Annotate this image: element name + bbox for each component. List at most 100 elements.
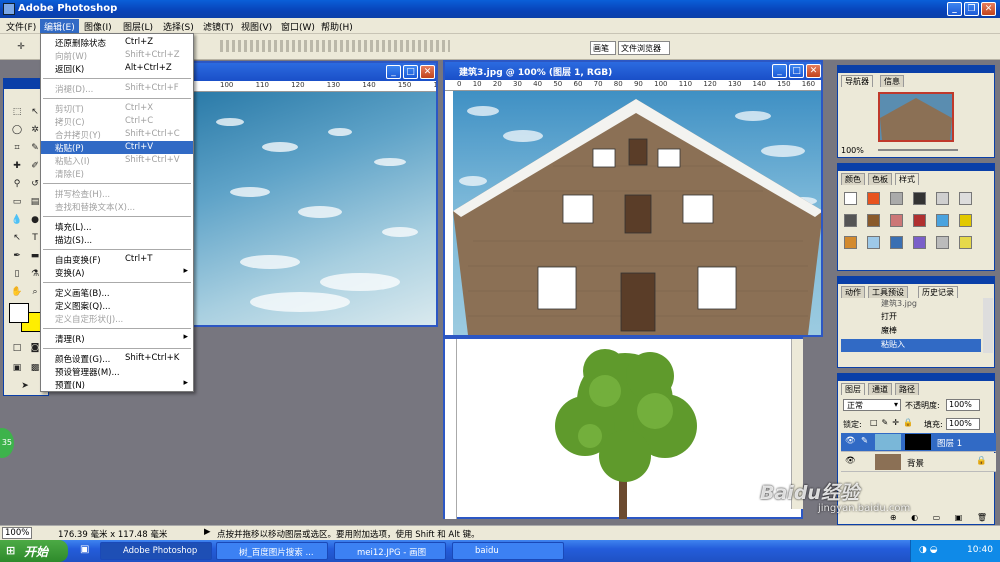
move-tool-icon[interactable]: ✛ bbox=[14, 40, 28, 54]
tab-channels[interactable]: 通道 bbox=[868, 383, 892, 395]
path-selection-tool-icon[interactable]: ↖ bbox=[10, 231, 24, 245]
style-swatch[interactable] bbox=[959, 236, 972, 249]
taskbar-item-photoshop[interactable]: Adobe Photoshop bbox=[100, 542, 212, 560]
building-close-button[interactable]: ✕ bbox=[806, 64, 821, 78]
menu-help[interactable]: 帮助(H) bbox=[317, 19, 357, 33]
edit-menu-item[interactable]: 定义画笔(B)... bbox=[41, 286, 193, 299]
tab-paths[interactable]: 路径 bbox=[895, 383, 919, 395]
menu-select[interactable]: 选择(S) bbox=[159, 19, 198, 33]
building-document-titlebar[interactable]: 建筑3.jpg @ 100% (图层 1, RGB) bbox=[445, 62, 821, 80]
tab-layers[interactable]: 图层 bbox=[841, 383, 865, 395]
standard-mode-icon[interactable]: □ bbox=[10, 341, 24, 355]
taskbar-item-folder[interactable]: baidu bbox=[452, 542, 564, 560]
style-swatch[interactable] bbox=[867, 192, 880, 205]
taskbar-item-paint[interactable]: mei12.JPG - 画图 bbox=[334, 542, 446, 560]
eraser-tool-icon[interactable]: ▭ bbox=[10, 195, 24, 209]
opacity-input[interactable]: 100% bbox=[946, 399, 980, 411]
edit-menu-item[interactable]: 自由变换(F) Ctrl+T bbox=[41, 253, 193, 266]
tab-color[interactable]: 颜色 bbox=[841, 173, 865, 185]
building-minimize-button[interactable]: _ bbox=[772, 64, 787, 78]
building-maximize-button[interactable]: □ bbox=[789, 64, 804, 78]
menu-image[interactable]: 图像(I) bbox=[80, 19, 116, 33]
style-swatch[interactable] bbox=[936, 236, 949, 249]
crop-tool-icon[interactable]: ⌗ bbox=[10, 141, 24, 155]
edit-menu-item[interactable]: 颜色设置(G)... Shift+Ctrl+K bbox=[41, 352, 193, 365]
start-button[interactable]: ⊞ 开始 bbox=[0, 540, 68, 562]
screen-mode-icon[interactable]: ▣ bbox=[10, 361, 24, 375]
navigator-thumbnail[interactable] bbox=[878, 92, 954, 142]
style-swatch[interactable] bbox=[867, 236, 880, 249]
style-swatch[interactable] bbox=[867, 214, 880, 227]
menu-layer[interactable]: 图层(L) bbox=[119, 19, 157, 33]
foreground-color-swatch[interactable] bbox=[9, 303, 29, 323]
restore-button[interactable]: ❐ bbox=[964, 2, 979, 16]
menu-file[interactable]: 文件(F) bbox=[2, 19, 40, 33]
history-item[interactable]: 魔棒 bbox=[841, 325, 981, 338]
clone-stamp-tool-icon[interactable]: ⚲ bbox=[10, 177, 24, 191]
navigator-panel-header[interactable] bbox=[838, 66, 994, 73]
style-swatch[interactable] bbox=[890, 214, 903, 227]
jump-to-imageready-icon[interactable]: ➤ bbox=[18, 379, 32, 393]
eye-icon[interactable]: 👁 bbox=[845, 456, 856, 466]
edit-menu-item[interactable]: 清理(R) bbox=[41, 332, 193, 345]
lasso-tool-icon[interactable]: ◯ bbox=[10, 123, 24, 137]
sky-document-window[interactable]: _ □ ✕ 100 110 120 130 140 150 160 bbox=[188, 61, 438, 327]
notes-tool-icon[interactable]: ▯ bbox=[10, 267, 24, 281]
style-swatch[interactable] bbox=[959, 192, 972, 205]
menu-edit[interactable]: 编辑(E) bbox=[40, 19, 79, 33]
layer-row[interactable]: 👁 背景 🔒 bbox=[841, 453, 996, 472]
history-item[interactable]: 打开 bbox=[841, 311, 981, 324]
fill-input[interactable]: 100% bbox=[946, 418, 980, 430]
tab-actions[interactable]: 动作 bbox=[841, 286, 865, 298]
tab-navigator[interactable]: 导航器 bbox=[841, 75, 873, 87]
edit-menu-item[interactable]: 描边(S)... bbox=[41, 233, 193, 246]
history-item-selected[interactable]: 粘贴入 bbox=[841, 339, 981, 352]
edit-menu-item[interactable]: 预设管理器(M)... bbox=[41, 365, 193, 378]
history-panel-header[interactable] bbox=[838, 277, 994, 284]
tray-icons[interactable]: ◑ ◒ bbox=[919, 545, 938, 555]
style-swatch[interactable] bbox=[936, 214, 949, 227]
lock-icons[interactable]: □✎✛🔒 bbox=[870, 418, 917, 427]
tab-file-browser[interactable]: 文件浏览器 bbox=[618, 41, 670, 55]
taskbar-item-browser[interactable]: 树_百度图片搜索 ... bbox=[216, 542, 328, 560]
menu-filter[interactable]: 滤镜(T) bbox=[199, 19, 238, 33]
minimize-button[interactable]: _ bbox=[947, 2, 962, 16]
tab-history[interactable]: 历史记录 bbox=[918, 286, 958, 298]
show-desktop-icon[interactable]: ▣ bbox=[80, 544, 89, 555]
brush-link-icon[interactable]: ✎ bbox=[861, 436, 868, 446]
style-swatch[interactable] bbox=[936, 192, 949, 205]
close-button[interactable]: ✕ bbox=[981, 2, 996, 16]
edit-menu-item[interactable]: 变换(A) bbox=[41, 266, 193, 279]
healing-brush-tool-icon[interactable]: ✚ bbox=[10, 159, 24, 173]
style-swatch[interactable] bbox=[913, 214, 926, 227]
sky-close-button[interactable]: ✕ bbox=[420, 65, 435, 79]
sky-maximize-button[interactable]: □ bbox=[403, 65, 418, 79]
tab-swatches[interactable]: 色板 bbox=[868, 173, 892, 185]
tab-brushes[interactable]: 画笔 bbox=[590, 41, 616, 55]
history-snapshot[interactable]: 建筑3.jpg bbox=[841, 298, 981, 310]
history-scrollbar[interactable] bbox=[983, 298, 993, 353]
tab-tool-presets[interactable]: 工具预设 bbox=[868, 286, 908, 298]
edit-menu-item[interactable]: 定义图案(Q)... bbox=[41, 299, 193, 312]
style-swatch[interactable] bbox=[913, 236, 926, 249]
layers-panel-header[interactable] bbox=[838, 374, 994, 381]
align-buttons[interactable] bbox=[220, 40, 450, 52]
menu-window[interactable]: 窗口(W) bbox=[277, 19, 319, 33]
building-document-window[interactable]: 建筑3.jpg @ 100% (图层 1, RGB) _ □ ✕ 0 10 20… bbox=[443, 60, 823, 337]
styles-panel-header[interactable] bbox=[838, 164, 994, 171]
edit-menu-item[interactable]: 粘贴(P) Ctrl+V bbox=[41, 141, 193, 154]
marquee-tool-icon[interactable]: ⬚ bbox=[10, 105, 24, 119]
eye-icon[interactable]: 👁 bbox=[845, 436, 856, 446]
style-swatch[interactable] bbox=[913, 192, 926, 205]
navigator-zoom-slider[interactable] bbox=[878, 149, 958, 151]
edit-menu-item[interactable]: 预置(N) bbox=[41, 378, 193, 391]
sky-minimize-button[interactable]: _ bbox=[386, 65, 401, 79]
edit-menu-item[interactable]: 还原删除状态 Ctrl+Z bbox=[41, 36, 193, 49]
zoom-input[interactable]: 100% bbox=[2, 527, 32, 539]
blur-tool-icon[interactable]: 💧 bbox=[10, 213, 24, 227]
pen-tool-icon[interactable]: ✒ bbox=[10, 249, 24, 263]
menu-view[interactable]: 视图(V) bbox=[237, 19, 276, 33]
blend-mode-select[interactable]: 正常 ▾ bbox=[843, 399, 901, 411]
style-swatch[interactable] bbox=[959, 214, 972, 227]
hand-tool-icon[interactable]: ✋ bbox=[10, 285, 24, 299]
